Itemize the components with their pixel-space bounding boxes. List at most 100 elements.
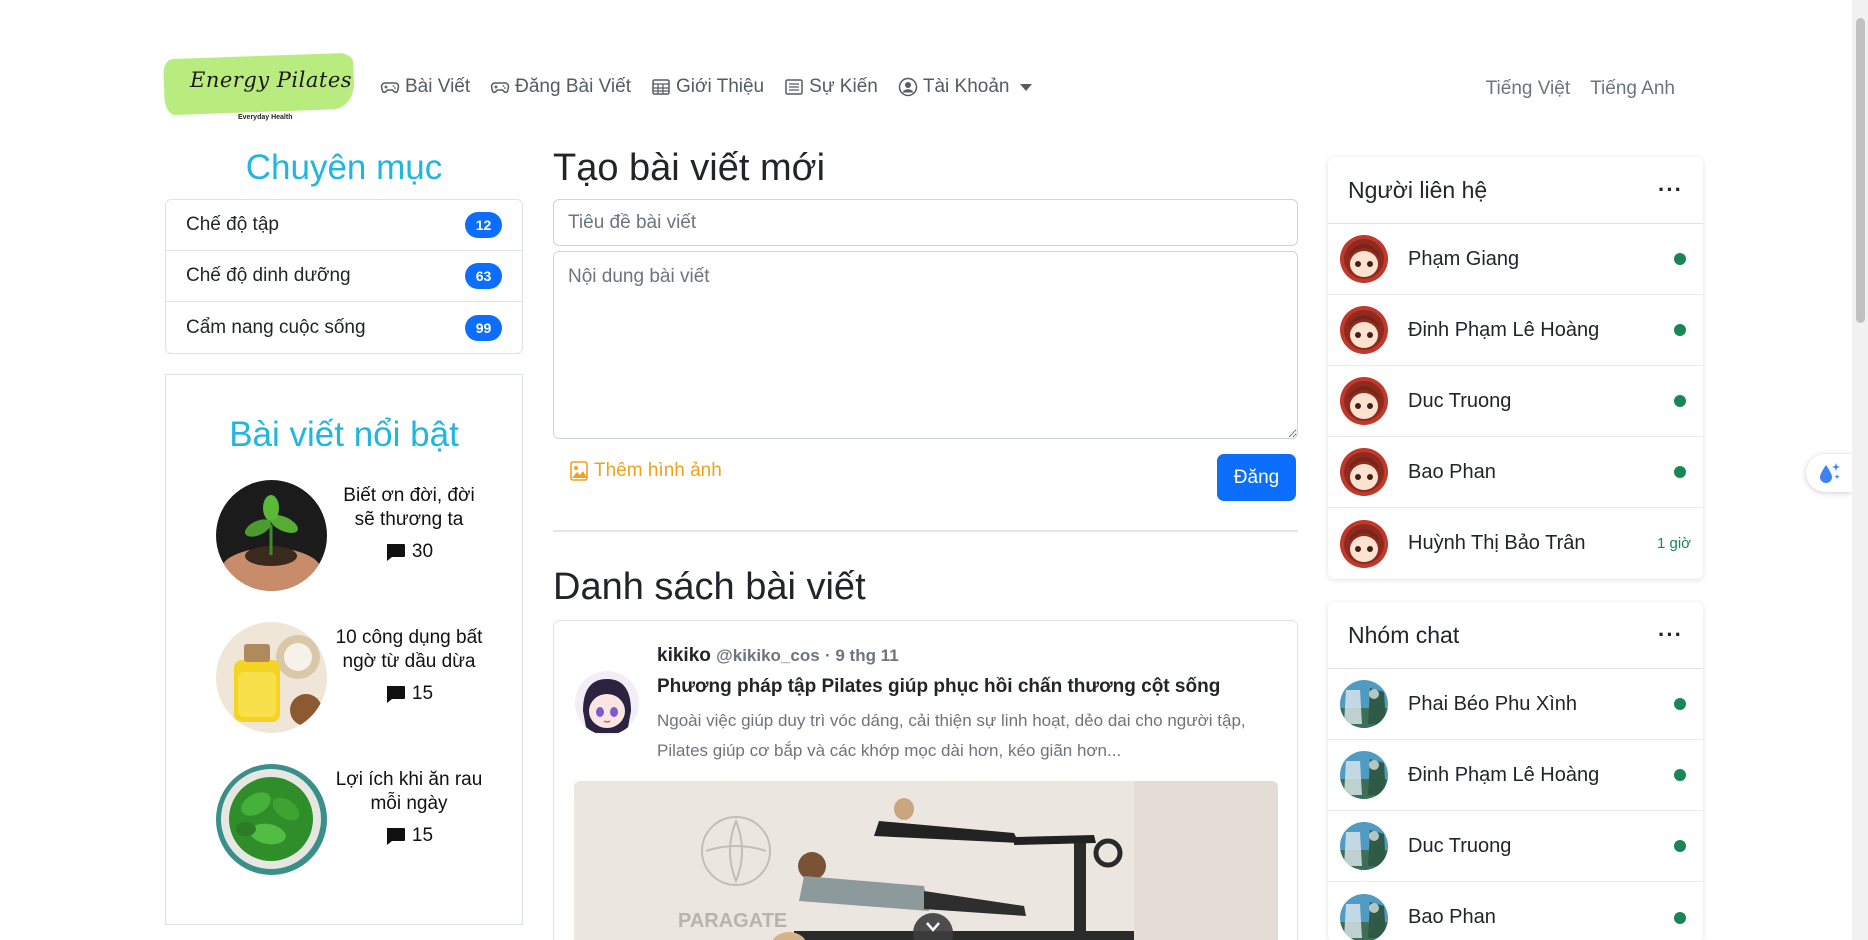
category-item[interactable]: Chế độ tập 12: [166, 200, 522, 251]
category-count-badge: 12: [465, 212, 502, 238]
contacts-panel: Người liên hệ ··· Phạm Giang Đinh Phạm L…: [1328, 157, 1703, 579]
submit-post-button[interactable]: Đăng: [1217, 454, 1296, 501]
more-options-icon[interactable]: ···: [1658, 179, 1683, 201]
contact-avatar: [1340, 235, 1388, 283]
contact-name: Duc Truong: [1408, 389, 1512, 412]
category-label: Chế độ dinh dưỡng: [186, 265, 351, 286]
contact-name: Bao Phan: [1408, 460, 1496, 483]
group-name: Đinh Phạm Lê Hoàng: [1408, 763, 1600, 786]
post-excerpt: Ngoài việc giúp duy trì vóc dáng, cải th…: [657, 711, 1246, 760]
main-nav: Bài Viết Đăng Bài Viết Giới Thiệu Sự Kiế…: [380, 76, 1033, 98]
group-avatar: [1340, 680, 1388, 728]
category-count-badge: 99: [465, 314, 502, 341]
featured-post-text: 10 công dụng bất ngờ từ dầu dừa 15: [334, 626, 484, 706]
nav-events[interactable]: Sự Kiến: [784, 76, 878, 98]
nav-events-label: Sự Kiến: [809, 76, 878, 97]
author-avatar[interactable]: [575, 671, 639, 735]
group-item[interactable]: Đinh Phạm Lê Hoàng: [1328, 740, 1703, 811]
post-title-input[interactable]: [553, 199, 1298, 246]
add-image-button[interactable]: Thêm hình ảnh: [570, 460, 722, 482]
nav-about-label: Giới Thiệu: [675, 76, 765, 97]
scrollbar-thumb[interactable]: [1856, 18, 1865, 323]
nav-posts-label: Bài Viết: [405, 76, 471, 97]
categories-title: Chuyên mục: [245, 148, 443, 187]
contact-name: Huỳnh Thị Bảo Trân: [1408, 532, 1586, 554]
featured-post[interactable]: Biết ơn đời, đời sẽ thương ta 30: [216, 480, 486, 595]
group-avatar: [1340, 822, 1388, 870]
featured-posts-box: Bài viết nổi bật Biết ơn đời, đời sẽ thư…: [165, 374, 523, 925]
chat-icon: [386, 827, 405, 845]
chevron-down-icon: [1020, 83, 1033, 91]
contacts-title: Người liên hệ: [1348, 176, 1488, 203]
contact-avatar: [1340, 306, 1388, 354]
group-avatar: [1340, 893, 1388, 940]
online-indicator: [1674, 769, 1686, 781]
page-scrollbar[interactable]: [1852, 0, 1868, 940]
post-list-heading: Danh sách bài viết: [553, 566, 866, 608]
chat-icon: [386, 543, 405, 561]
extension-widget-button[interactable]: [1806, 454, 1852, 492]
person-circle-icon: [898, 77, 918, 97]
group-item[interactable]: Phai Béo Phu Xình: [1328, 669, 1703, 740]
category-label: Cẩm nang cuộc sống: [186, 316, 366, 338]
lang-english[interactable]: Tiếng Anh: [1590, 78, 1675, 100]
nav-account-label: Tài Khoản: [922, 76, 1010, 97]
category-list: Chế độ tập 12 Chế độ dinh dưỡng 63 Cẩm n…: [165, 199, 523, 354]
group-name: Phai Béo Phu Xình: [1408, 692, 1578, 715]
contact-item[interactable]: Bao Phan: [1328, 437, 1703, 508]
add-image-label: Thêm hình ảnh: [594, 460, 722, 481]
featured-title: Bài viết nổi bật: [229, 415, 459, 454]
group-chat-title: Nhóm chat: [1348, 621, 1460, 648]
category-item[interactable]: Cẩm nang cuộc sống 99: [166, 302, 522, 353]
nav-posts[interactable]: Bài Viết: [380, 76, 470, 98]
table-icon: [652, 79, 670, 95]
language-switcher: Tiếng Việt Tiếng Anh: [1486, 78, 1675, 100]
contact-avatar: [1340, 377, 1388, 425]
online-indicator: [1674, 395, 1686, 407]
create-post-heading: Tạo bài viết mới: [553, 147, 826, 189]
nav-account-dropdown[interactable]: Tài Khoản: [898, 76, 1033, 98]
featured-post-title: Lợi ích khi ăn rau mỗi ngày: [335, 769, 483, 814]
category-label: Chế độ tập: [186, 214, 279, 235]
online-indicator: [1674, 466, 1686, 478]
featured-post-text: Lợi ích khi ăn rau mỗi ngày 15: [334, 768, 484, 848]
lang-vietnamese[interactable]: Tiếng Việt: [1486, 78, 1571, 100]
featured-post-title: 10 công dụng bất ngờ từ dầu dừa: [335, 627, 483, 672]
contact-item[interactable]: Huỳnh Thị Bảo Trân 1 giờ: [1328, 508, 1703, 579]
chevron-down-icon: [926, 922, 940, 932]
nav-create-post[interactable]: Đăng Bài Viết: [490, 76, 631, 98]
contact-name: Phạm Giang: [1408, 247, 1520, 270]
brand-logo[interactable]: Energy Pilates Everyday Health: [163, 52, 355, 126]
gamepad-icon: [490, 82, 510, 94]
contact-avatar: [1340, 448, 1388, 496]
category-item[interactable]: Chế độ dinh dưỡng 63: [166, 251, 522, 302]
online-indicator: [1674, 840, 1686, 852]
comment-count-value: 30: [411, 541, 434, 562]
contact-item[interactable]: Phạm Giang: [1328, 224, 1703, 295]
comment-count: 30: [334, 540, 484, 564]
spinach-bowl-thumbnail: [216, 764, 327, 875]
group-avatar: [1340, 751, 1388, 799]
online-indicator: [1674, 911, 1686, 924]
coconut-oil-thumbnail: [216, 622, 327, 733]
featured-post[interactable]: Lợi ích khi ăn rau mỗi ngày 15: [216, 764, 486, 879]
comment-count-value: 15: [411, 683, 434, 704]
group-chat-panel: Nhóm chat ··· Phai Béo Phu Xình Đinh Phạ…: [1328, 602, 1703, 940]
online-indicator: [1674, 253, 1686, 265]
online-indicator: [1674, 698, 1686, 710]
more-options-icon[interactable]: ···: [1658, 624, 1683, 646]
logo-subtext: Everyday Health: [238, 114, 293, 121]
group-item[interactable]: Duc Truong: [1328, 811, 1703, 882]
contact-item[interactable]: Duc Truong: [1328, 366, 1703, 437]
group-item[interactable]: Bao Phan: [1328, 882, 1703, 940]
last-seen-time: 1 giờ: [1656, 535, 1691, 552]
contact-item[interactable]: Đinh Phạm Lê Hoàng: [1328, 295, 1703, 366]
post-author[interactable]: kikiko: [657, 645, 711, 666]
post-title[interactable]: Phương pháp tập Pilates giúp phục hồi ch…: [657, 676, 1220, 698]
featured-post[interactable]: 10 công dụng bất ngờ từ dầu dừa 15: [216, 622, 486, 737]
post-content-textarea[interactable]: [553, 251, 1298, 439]
featured-post-text: Biết ơn đời, đời sẽ thương ta 30: [334, 484, 484, 564]
nav-about[interactable]: Giới Thiệu: [651, 76, 764, 98]
post-card[interactable]: kikiko @kikiko_cos · 9 thg 11 Phương phá…: [553, 620, 1298, 940]
image-icon: [570, 461, 588, 481]
